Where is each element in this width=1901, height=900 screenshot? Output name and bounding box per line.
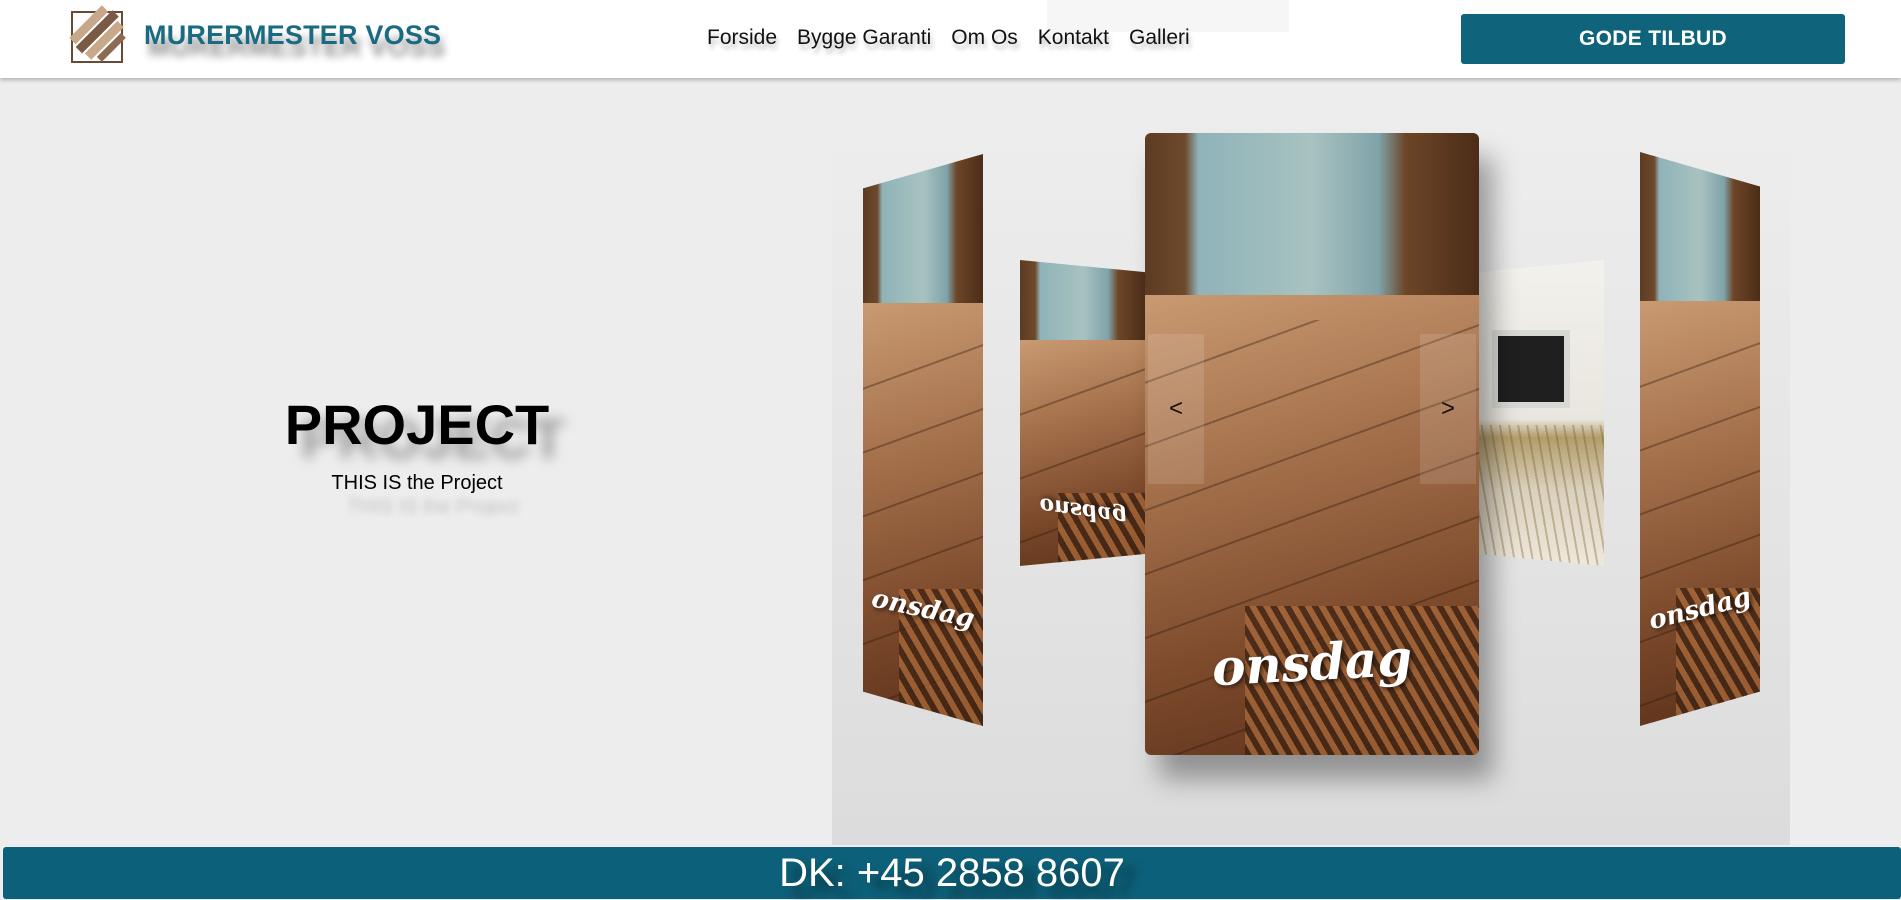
offers-button[interactable]: GODE TILBUD bbox=[1461, 14, 1845, 64]
page-subtitle: THIS IS the Project bbox=[331, 472, 503, 494]
floor-photo: onsdag bbox=[1020, 260, 1146, 566]
carousel-next-button[interactable]: > bbox=[1420, 334, 1476, 484]
phone-number[interactable]: DK: +45 2858 8607 bbox=[779, 851, 1125, 896]
floor-photo: onsdag bbox=[1640, 152, 1760, 726]
fireplace-icon bbox=[1492, 330, 1570, 408]
carousel-slide-left-inner[interactable]: onsdag bbox=[1020, 260, 1146, 566]
carousel-slide-right-inner[interactable] bbox=[1478, 260, 1604, 566]
fireplace-photo bbox=[1478, 260, 1604, 566]
main-nav: Forside Bygge Garanti Om Os Kontakt Gall… bbox=[707, 26, 1190, 50]
brand-name: MURERMESTER VOSS bbox=[144, 19, 442, 50]
floor-photo: onsdag bbox=[863, 154, 983, 726]
carousel-slide-right[interactable]: onsdag bbox=[1640, 152, 1760, 726]
nav-item-om-os[interactable]: Om Os bbox=[951, 26, 1018, 50]
phone-bar[interactable]: DK: +45 2858 8607 bbox=[3, 847, 1901, 899]
nav-item-forside[interactable]: Forside bbox=[707, 26, 777, 50]
brand[interactable]: MURERMESTER VOSS bbox=[66, 2, 441, 68]
carousel-slide-left[interactable]: onsdag bbox=[863, 154, 983, 726]
site-header: MURERMESTER VOSS Forside Bygge Garanti O… bbox=[0, 0, 1901, 78]
nav-item-bygge-garanti[interactable]: Bygge Garanti bbox=[797, 26, 931, 50]
page-title: PROJECT bbox=[284, 393, 550, 456]
carousel-prev-button[interactable]: < bbox=[1148, 334, 1204, 484]
brick-diamond-logo-icon bbox=[69, 5, 126, 63]
nav-item-kontakt[interactable]: Kontakt bbox=[1038, 26, 1109, 50]
nav-item-galleri[interactable]: Galleri bbox=[1129, 26, 1190, 50]
